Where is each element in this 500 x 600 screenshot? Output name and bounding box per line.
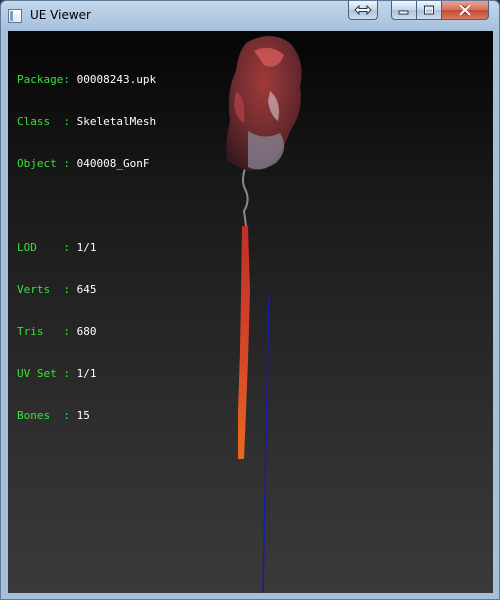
class-value: SkeletalMesh xyxy=(76,115,157,128)
maximize-icon xyxy=(424,5,434,15)
handle-chain xyxy=(242,165,249,227)
title-bar[interactable]: UE Viewer xyxy=(1,1,499,31)
bones-label: Bones : xyxy=(17,409,77,422)
bones-value: 15 xyxy=(76,409,90,422)
lod-value: 1/1 xyxy=(76,241,97,254)
class-label: Class : xyxy=(17,115,77,128)
close-button[interactable] xyxy=(442,1,489,20)
lod-label: LOD : xyxy=(17,241,77,254)
blade-shape xyxy=(238,226,250,459)
object-label: Object : xyxy=(17,157,77,170)
package-value: 00008243.upk xyxy=(76,73,157,86)
swap-button[interactable] xyxy=(348,1,378,20)
app-window: UE Viewer Package: 00008243.upk Class: … xyxy=(0,0,500,600)
window-title: UE Viewer xyxy=(30,8,91,22)
uvset-label: UV Set : xyxy=(17,367,77,380)
minimize-button[interactable] xyxy=(391,1,417,20)
app-window-icon[interactable] xyxy=(8,9,22,23)
minimize-icon xyxy=(398,10,409,15)
uvset-value: 1/1 xyxy=(76,367,97,380)
render-viewport[interactable]: Package: 00008243.upk Class : SkeletalMe… xyxy=(8,31,493,593)
package-label: Package: xyxy=(17,73,77,86)
swap-icon xyxy=(354,5,372,15)
verts-value: 645 xyxy=(76,283,97,296)
close-icon xyxy=(459,4,471,16)
axis-line xyxy=(262,292,270,593)
maximize-button[interactable] xyxy=(417,1,442,20)
mesh-info-panel: Package: 00008243.upk Class : SkeletalMe… xyxy=(17,45,156,451)
tris-label: Tris : xyxy=(17,325,77,338)
object-value: 040008_GonF xyxy=(76,157,150,170)
verts-label: Verts : xyxy=(17,283,77,296)
tris-value: 680 xyxy=(76,325,97,338)
